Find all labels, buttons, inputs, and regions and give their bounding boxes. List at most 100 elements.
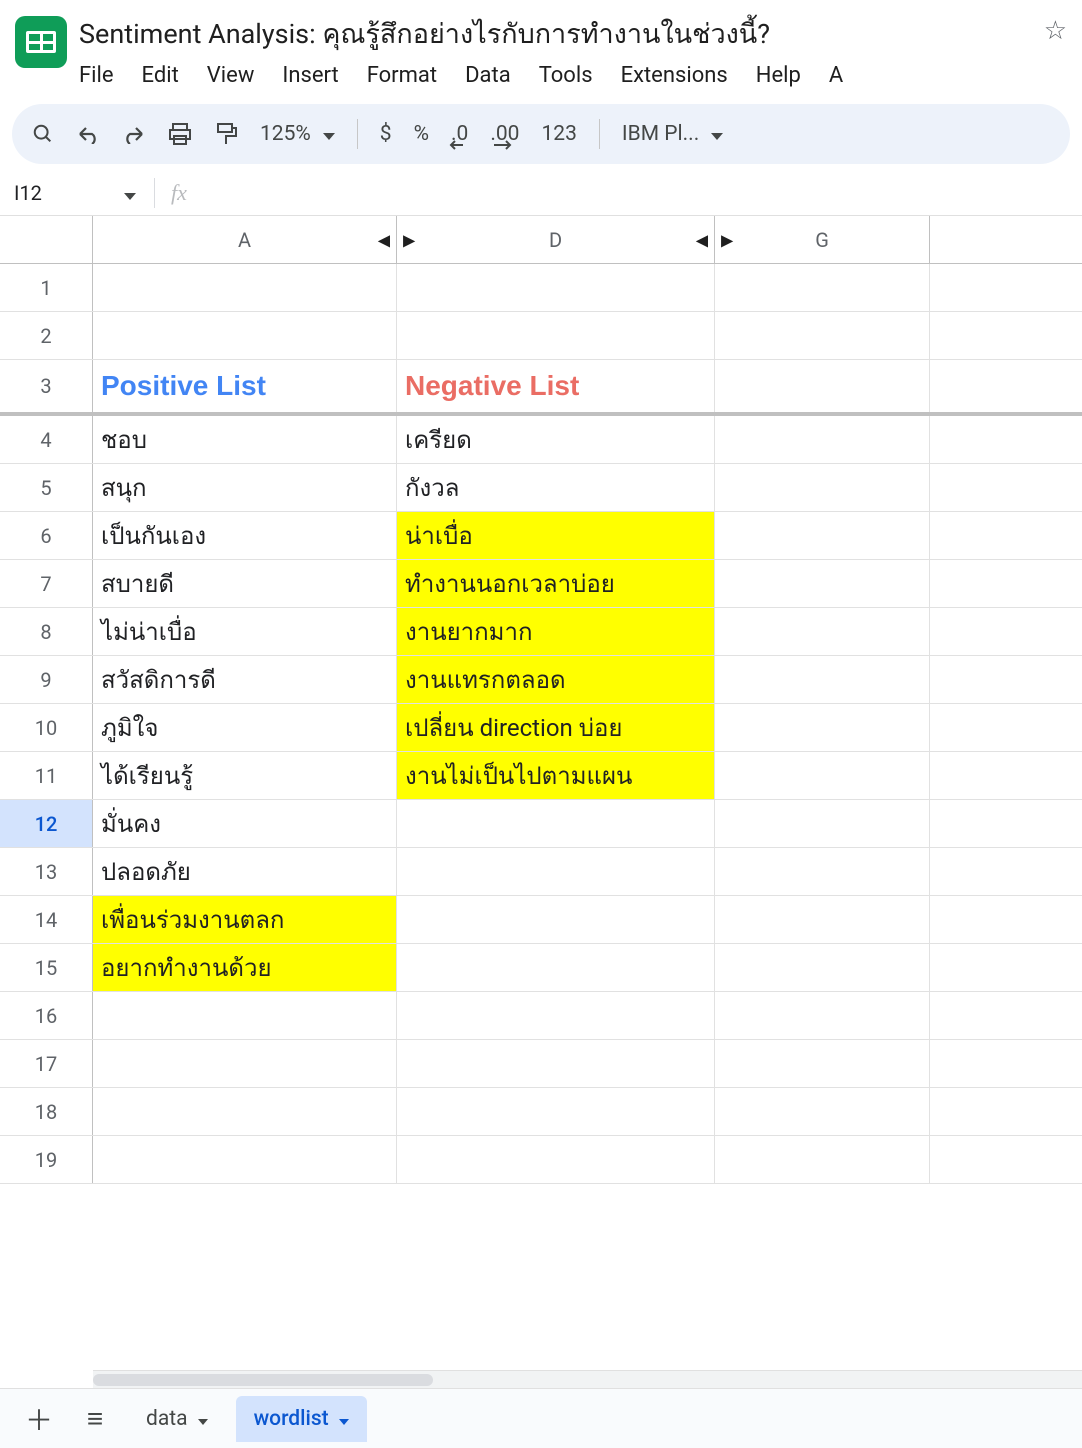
column-header-A[interactable]: A ◀ bbox=[93, 216, 397, 263]
cell[interactable]: น่าเบื่อ bbox=[397, 512, 715, 559]
format-currency-button[interactable]: $ bbox=[380, 122, 392, 146]
cell[interactable]: เพื่อนร่วมงานตลก bbox=[93, 896, 397, 943]
name-box[interactable]: I12 bbox=[14, 181, 154, 205]
cell[interactable] bbox=[930, 464, 1082, 511]
cell[interactable] bbox=[93, 992, 397, 1039]
cell[interactable] bbox=[715, 360, 930, 412]
cell[interactable] bbox=[715, 416, 930, 463]
column-group-collapse-icon[interactable]: ◀ bbox=[696, 230, 708, 249]
menu-file[interactable]: File bbox=[79, 63, 114, 88]
cell[interactable] bbox=[715, 608, 930, 655]
cell[interactable] bbox=[397, 1040, 715, 1087]
row-header[interactable]: 19 bbox=[0, 1136, 93, 1183]
cell[interactable] bbox=[930, 416, 1082, 463]
decrease-decimal-button[interactable]: .0 bbox=[451, 122, 468, 146]
font-select[interactable]: IBM Pl... bbox=[622, 122, 723, 146]
cell[interactable] bbox=[930, 752, 1082, 799]
row-header[interactable]: 17 bbox=[0, 1040, 93, 1087]
format-percent-button[interactable]: % bbox=[414, 122, 429, 146]
cell[interactable] bbox=[715, 944, 930, 991]
cell[interactable]: ปลอดภัย bbox=[93, 848, 397, 895]
cell[interactable] bbox=[93, 312, 397, 359]
cell[interactable] bbox=[715, 1136, 930, 1183]
cell[interactable]: ได้เรียนรู้ bbox=[93, 752, 397, 799]
select-all-corner[interactable] bbox=[0, 216, 93, 263]
cell[interactable]: สบายดี bbox=[93, 560, 397, 607]
menu-extensions[interactable]: Extensions bbox=[621, 63, 728, 88]
cell[interactable] bbox=[93, 1136, 397, 1183]
number-format-button[interactable]: 123 bbox=[542, 122, 577, 146]
cell[interactable] bbox=[715, 1088, 930, 1135]
row-header[interactable]: 1 bbox=[0, 264, 93, 311]
cell[interactable]: เปลี่ยน direction บ่อย bbox=[397, 704, 715, 751]
row-header[interactable]: 7 bbox=[0, 560, 93, 607]
menu-insert[interactable]: Insert bbox=[282, 63, 338, 88]
cell[interactable] bbox=[715, 1040, 930, 1087]
column-header-G[interactable]: ▶ G bbox=[715, 216, 930, 263]
row-header[interactable]: 18 bbox=[0, 1088, 93, 1135]
cell[interactable] bbox=[93, 264, 397, 311]
horizontal-scrollbar[interactable] bbox=[93, 1370, 1082, 1388]
cell[interactable] bbox=[930, 312, 1082, 359]
row-header[interactable]: 6 bbox=[0, 512, 93, 559]
cell[interactable]: งานไม่เป็นไปตามแผน bbox=[397, 752, 715, 799]
menu-view[interactable]: View bbox=[207, 63, 255, 88]
cell[interactable] bbox=[930, 896, 1082, 943]
row-header[interactable]: 16 bbox=[0, 992, 93, 1039]
cell[interactable] bbox=[715, 800, 930, 847]
cell[interactable] bbox=[930, 1136, 1082, 1183]
cell[interactable] bbox=[715, 896, 930, 943]
cell[interactable]: มั่นคง bbox=[93, 800, 397, 847]
cell[interactable]: เป็นกันเอง bbox=[93, 512, 397, 559]
cell[interactable] bbox=[397, 1088, 715, 1135]
increase-decimal-button[interactable]: .00 bbox=[490, 122, 519, 146]
cell[interactable]: กังวล bbox=[397, 464, 715, 511]
menu-format[interactable]: Format bbox=[367, 63, 437, 88]
sheet-tab-data[interactable]: data bbox=[128, 1396, 226, 1442]
cell[interactable] bbox=[930, 800, 1082, 847]
cell[interactable] bbox=[930, 1040, 1082, 1087]
cell[interactable] bbox=[715, 464, 930, 511]
cell[interactable] bbox=[930, 1088, 1082, 1135]
cell[interactable] bbox=[397, 848, 715, 895]
row-header[interactable]: 5 bbox=[0, 464, 93, 511]
row-header[interactable]: 14 bbox=[0, 896, 93, 943]
cell[interactable]: Positive List bbox=[93, 360, 397, 412]
cell[interactable] bbox=[397, 312, 715, 359]
cell[interactable]: งานแทรกตลอด bbox=[397, 656, 715, 703]
star-icon[interactable]: ☆ bbox=[1044, 16, 1067, 46]
sheet-tab-wordlist[interactable]: wordlist bbox=[236, 1396, 367, 1442]
menu-help[interactable]: Help bbox=[756, 63, 801, 88]
row-header[interactable]: 8 bbox=[0, 608, 93, 655]
column-group-expand-icon[interactable]: ▶ bbox=[403, 230, 415, 249]
print-icon[interactable] bbox=[168, 123, 192, 145]
cell[interactable] bbox=[715, 992, 930, 1039]
column-header-D[interactable]: ▶ D ◀ bbox=[397, 216, 715, 263]
cell[interactable]: งานยากมาก bbox=[397, 608, 715, 655]
cell[interactable] bbox=[930, 608, 1082, 655]
cell[interactable]: สนุก bbox=[93, 464, 397, 511]
doc-title[interactable]: Sentiment Analysis: คุณรู้สึกอย่างไรกับก… bbox=[79, 10, 1032, 59]
all-sheets-button[interactable]: ≡ bbox=[72, 1396, 118, 1442]
column-header[interactable] bbox=[930, 216, 1082, 263]
zoom-select[interactable]: 125% bbox=[260, 122, 335, 146]
row-header[interactable]: 4 bbox=[0, 416, 93, 463]
cell[interactable] bbox=[715, 264, 930, 311]
row-header[interactable]: 3 bbox=[0, 360, 93, 412]
row-header[interactable]: 11 bbox=[0, 752, 93, 799]
cell[interactable]: ชอบ bbox=[93, 416, 397, 463]
cell[interactable] bbox=[930, 656, 1082, 703]
cell[interactable] bbox=[715, 704, 930, 751]
menu-accessibility[interactable]: A bbox=[829, 63, 843, 88]
cell[interactable]: ทำงานนอกเวลาบ่อย bbox=[397, 560, 715, 607]
cell[interactable] bbox=[397, 944, 715, 991]
cell[interactable] bbox=[930, 264, 1082, 311]
cell[interactable]: Negative List bbox=[397, 360, 715, 412]
cell[interactable] bbox=[930, 512, 1082, 559]
redo-icon[interactable] bbox=[122, 124, 146, 144]
cell[interactable] bbox=[930, 360, 1082, 412]
cell[interactable] bbox=[930, 992, 1082, 1039]
menu-tools[interactable]: Tools bbox=[539, 63, 593, 88]
cell[interactable] bbox=[397, 264, 715, 311]
cell[interactable]: ไม่น่าเบื่อ bbox=[93, 608, 397, 655]
